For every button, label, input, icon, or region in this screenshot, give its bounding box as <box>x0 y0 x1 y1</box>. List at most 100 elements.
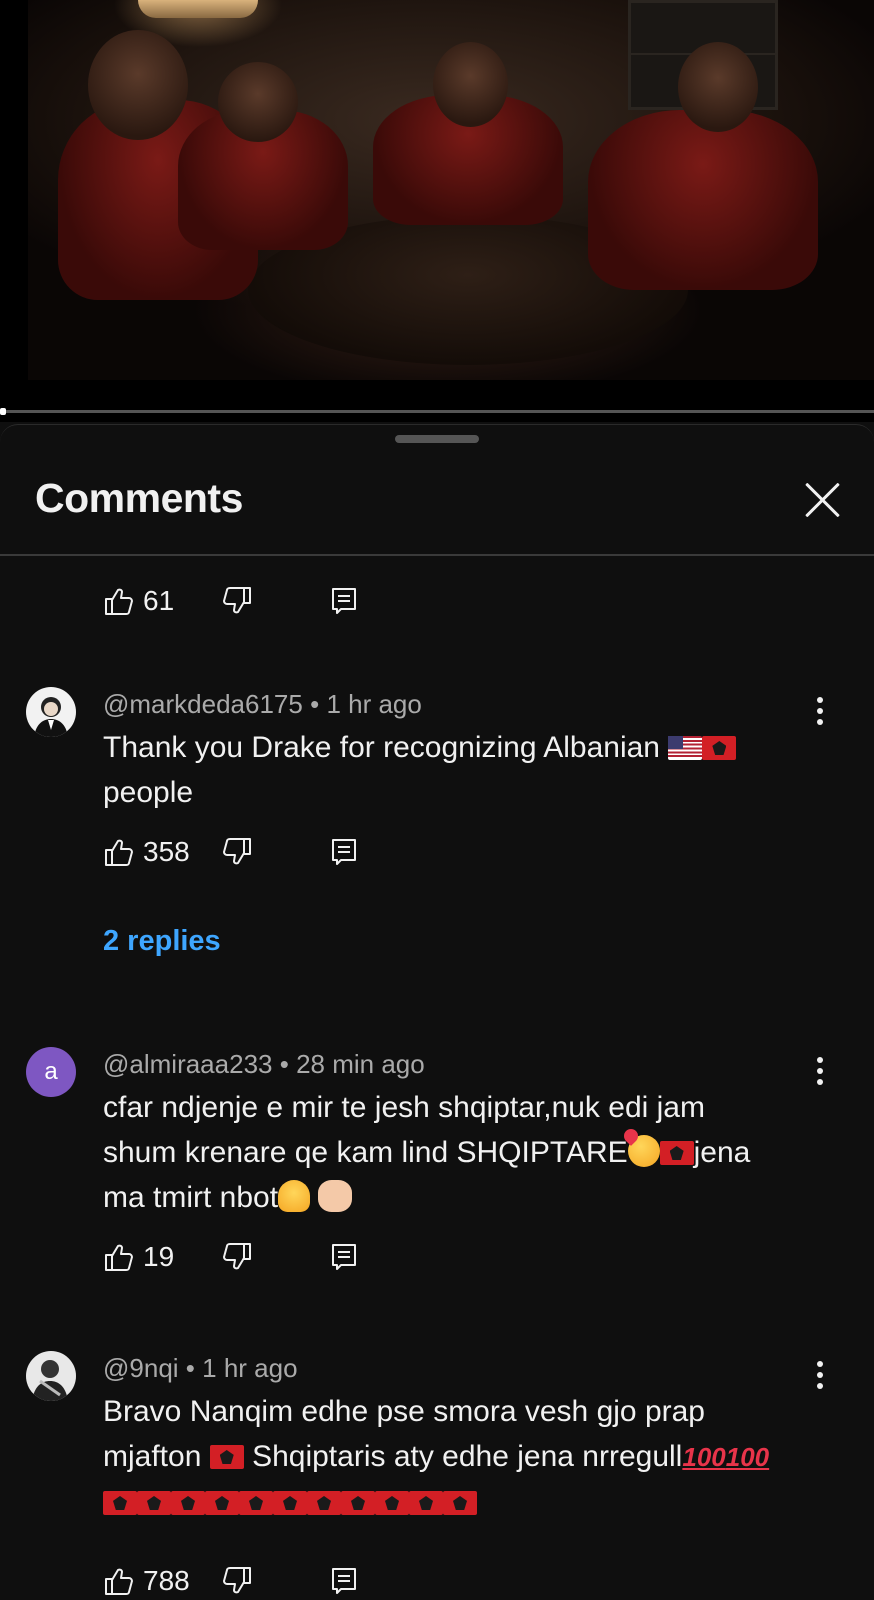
albania-flag-icon <box>103 1491 137 1515</box>
comment-meta: @9nqi • 1 hr ago <box>103 1353 298 1384</box>
thumb-down-icon <box>223 587 251 614</box>
avatar-image <box>26 1351 76 1401</box>
like-count: 358 <box>143 836 190 867</box>
thumb-up-icon <box>105 588 133 615</box>
avatar-letter: a <box>44 1058 58 1085</box>
albania-flag-icon <box>273 1491 307 1515</box>
albania-flag-icon <box>137 1491 171 1515</box>
thumb-down-icon <box>223 1567 251 1594</box>
reply-icon <box>332 588 356 614</box>
thumb-up-icon <box>105 839 133 866</box>
like-button[interactable]: 19 <box>103 1237 174 1277</box>
dislike-button[interactable] <box>221 581 253 621</box>
close-icon[interactable] <box>800 477 844 521</box>
comment-actions: 788 <box>103 1561 503 1600</box>
us-flag-icon <box>668 736 703 760</box>
meta-separator: • <box>310 689 320 719</box>
author-handle[interactable]: @9nqi <box>103 1353 179 1383</box>
albania-flag-icon <box>209 1445 244 1469</box>
head-shape <box>88 30 188 140</box>
comment-text-line: cfar ndjenje e mir te jesh shqiptar,nuk … <box>103 1091 705 1124</box>
albania-flag-icon <box>239 1491 273 1515</box>
comment-time: 1 hr ago <box>326 689 422 719</box>
comment-meta: @markdeda6175 • 1 hr ago <box>103 689 422 720</box>
comment-actions: 358 <box>103 832 503 872</box>
comment-text-line: ma tmirt nbot <box>103 1181 279 1214</box>
comment-text-line: Shqiptaris aty edhe jena nrregull <box>252 1440 683 1473</box>
head-shape <box>678 42 758 132</box>
albania-flag-icon <box>443 1491 477 1515</box>
comment-text-line: Thank you Drake for recognizing Albanian <box>103 731 660 764</box>
hundred-points-emoji-icon: 100 <box>682 1442 726 1472</box>
smiling-hearts-emoji-icon <box>627 1135 660 1167</box>
lamp-shape <box>138 0 258 18</box>
comment-text: Thank you Drake for recognizing Albanian… <box>103 725 803 815</box>
comment-text: cfar ndjenje e mir te jesh shqiptar,nuk … <box>103 1085 803 1220</box>
like-count: 19 <box>143 1241 175 1272</box>
head-shape <box>433 42 508 127</box>
melting-face-emoji-icon <box>278 1180 311 1212</box>
avatar-image <box>34 697 68 737</box>
reply-button[interactable] <box>328 1561 360 1600</box>
thumb-down-icon <box>223 1243 251 1270</box>
more-vertical-icon[interactable] <box>805 1051 835 1091</box>
albania-flag-icon <box>702 736 737 760</box>
dislike-button[interactable] <box>221 1561 253 1600</box>
header-divider <box>0 554 874 556</box>
albania-flag-icon <box>307 1491 341 1515</box>
view-replies-button[interactable]: 2 replies <box>103 925 221 958</box>
like-button[interactable]: 788 <box>103 1561 190 1600</box>
comment-time: 28 min ago <box>296 1049 425 1079</box>
dislike-button[interactable] <box>221 832 253 872</box>
albania-flag-icon <box>341 1491 375 1515</box>
albania-flag-icon <box>409 1491 443 1515</box>
reply-icon <box>332 1568 356 1594</box>
reply-button[interactable] <box>328 581 360 621</box>
comment-time: 1 hr ago <box>202 1353 298 1383</box>
video-frame <box>28 0 874 380</box>
head-shape <box>218 62 298 142</box>
person-shape <box>588 110 818 290</box>
author-handle[interactable]: @markdeda6175 <box>103 689 303 719</box>
reply-button[interactable] <box>328 1237 360 1277</box>
albania-flag-icon <box>171 1491 205 1515</box>
thumb-down-icon <box>223 838 251 865</box>
albania-flag-icon <box>659 1141 694 1165</box>
heart-hands-emoji-icon <box>318 1180 353 1212</box>
like-button[interactable]: 61 <box>103 581 174 621</box>
avatar[interactable] <box>26 1351 76 1401</box>
comment-actions: 19 <box>103 1237 503 1277</box>
albania-flag-icon <box>375 1491 409 1515</box>
albania-flag-icon <box>205 1491 239 1515</box>
meta-separator: • <box>185 1353 195 1383</box>
author-handle[interactable]: @almiraaa233 <box>103 1049 272 1079</box>
like-button[interactable]: 358 <box>103 832 190 872</box>
video-player[interactable] <box>0 0 874 422</box>
like-count: 61 <box>143 585 175 616</box>
video-progress-bar[interactable] <box>0 408 874 415</box>
comment-text-line: people <box>103 776 194 809</box>
reply-icon <box>332 1244 356 1270</box>
hundred-points-emoji-icon: 100 <box>725 1442 770 1472</box>
more-vertical-icon[interactable] <box>805 691 835 731</box>
reply-button[interactable] <box>328 832 360 872</box>
more-vertical-icon[interactable] <box>805 1355 835 1395</box>
dislike-button[interactable] <box>221 1237 253 1277</box>
comment-text-line: Bravo Nanqim edhe pse smora vesh gjo pra… <box>103 1395 705 1428</box>
drag-handle[interactable] <box>395 435 479 443</box>
meta-separator: • <box>279 1049 289 1079</box>
sheet-title: Comments <box>35 475 243 521</box>
thumb-up-icon <box>105 1568 133 1595</box>
comment-text-line: mjafton <box>103 1440 202 1473</box>
avatar[interactable]: a <box>26 1047 76 1097</box>
comment-text-line: jena <box>693 1136 751 1169</box>
comment-text: Bravo Nanqim edhe pse smora vesh gjo pra… <box>103 1389 803 1525</box>
comment-actions: 61 <box>103 581 503 621</box>
like-count: 788 <box>143 1565 190 1596</box>
reply-icon <box>332 839 356 865</box>
avatar[interactable] <box>26 687 76 737</box>
comment-text-line: shum krenare qe kam lind SHQIPTARE <box>103 1136 628 1169</box>
comments-sheet: Comments 61 @markdeda6175 • 1 hr ago Tha… <box>0 424 874 1600</box>
progress-knob[interactable] <box>0 408 6 415</box>
thumb-up-icon <box>105 1244 133 1271</box>
